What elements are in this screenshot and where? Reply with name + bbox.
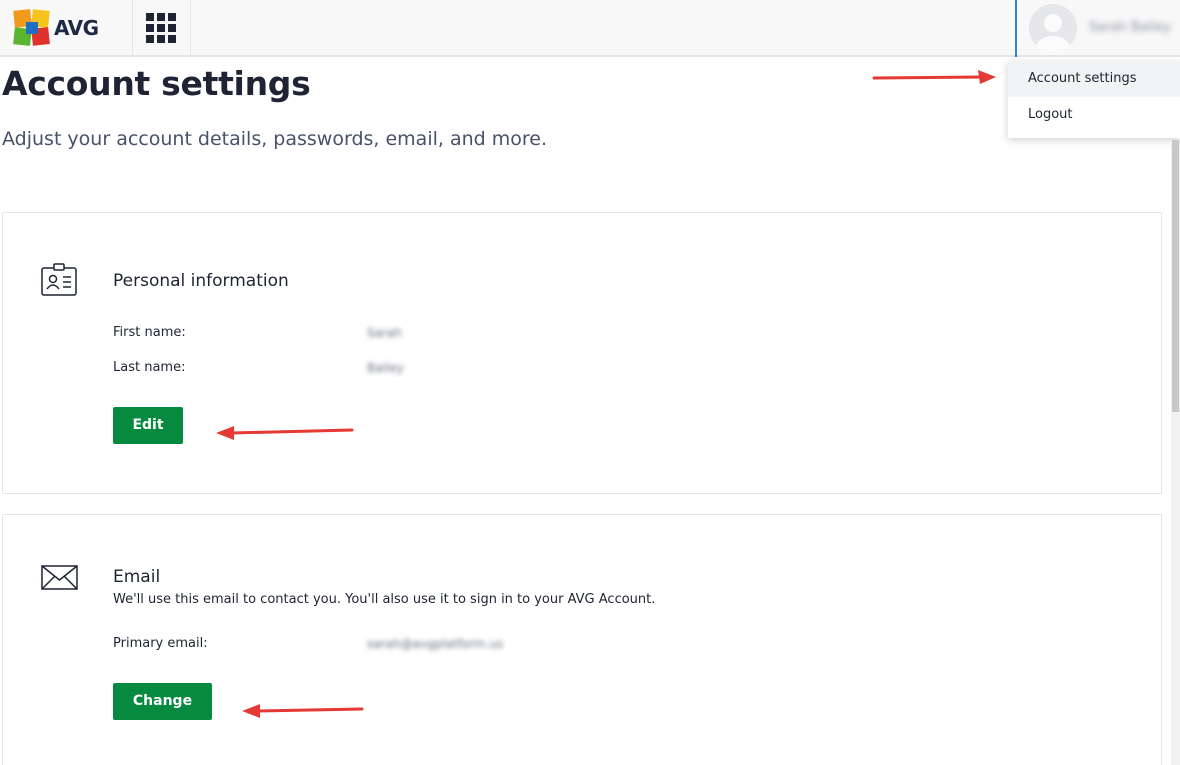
menu-item-logout[interactable]: Logout [1008, 97, 1180, 133]
menu-item-account-settings[interactable]: Account settings [1008, 61, 1180, 97]
page-title: Account settings [2, 64, 311, 103]
edit-button[interactable]: Edit [113, 407, 183, 444]
email-title: Email [113, 567, 161, 587]
user-dropdown-menu: Account settings Logout [1008, 61, 1180, 138]
personal-information-card: Personal information First name: Sarah L… [2, 212, 1162, 494]
primary-email-value: sarah@avgplatform.us [367, 637, 504, 651]
last-name-label: Last name: [113, 360, 186, 375]
user-name: Sarah Bailey [1089, 20, 1171, 35]
annotation-arrow-right [872, 70, 996, 84]
personal-information-title: Personal information [113, 271, 289, 291]
primary-email-label: Primary email: [113, 636, 208, 651]
envelope-icon [41, 565, 78, 590]
user-silhouette-icon [1029, 4, 1077, 52]
first-name-label: First name: [113, 325, 186, 340]
avatar [1029, 4, 1077, 52]
topbar-divider [190, 0, 191, 57]
brand-name: AVG [54, 16, 99, 40]
scrollbar-thumb[interactable] [1172, 140, 1179, 412]
annotation-arrow-left [242, 704, 364, 718]
first-name-value: Sarah [367, 326, 402, 340]
apps-grid-icon[interactable] [146, 13, 176, 43]
last-name-value: Bailey [367, 361, 404, 375]
user-menu-toggle[interactable]: Sarah Bailey [1015, 0, 1180, 57]
annotation-arrow-left [216, 426, 354, 440]
topbar-divider [132, 0, 133, 57]
avg-logo[interactable]: AVG [12, 7, 99, 49]
page-subtitle: Adjust your account details, passwords, … [2, 128, 548, 150]
change-email-button[interactable]: Change [113, 683, 212, 720]
email-card: Email We'll use this email to contact yo… [2, 514, 1162, 765]
email-description: We'll use this email to contact you. You… [113, 592, 656, 607]
id-badge-icon [41, 263, 77, 296]
avg-logo-icon [13, 9, 50, 46]
scrollbar-track[interactable] [1171, 140, 1180, 765]
top-bar: AVG Sarah Bailey [0, 0, 1180, 57]
